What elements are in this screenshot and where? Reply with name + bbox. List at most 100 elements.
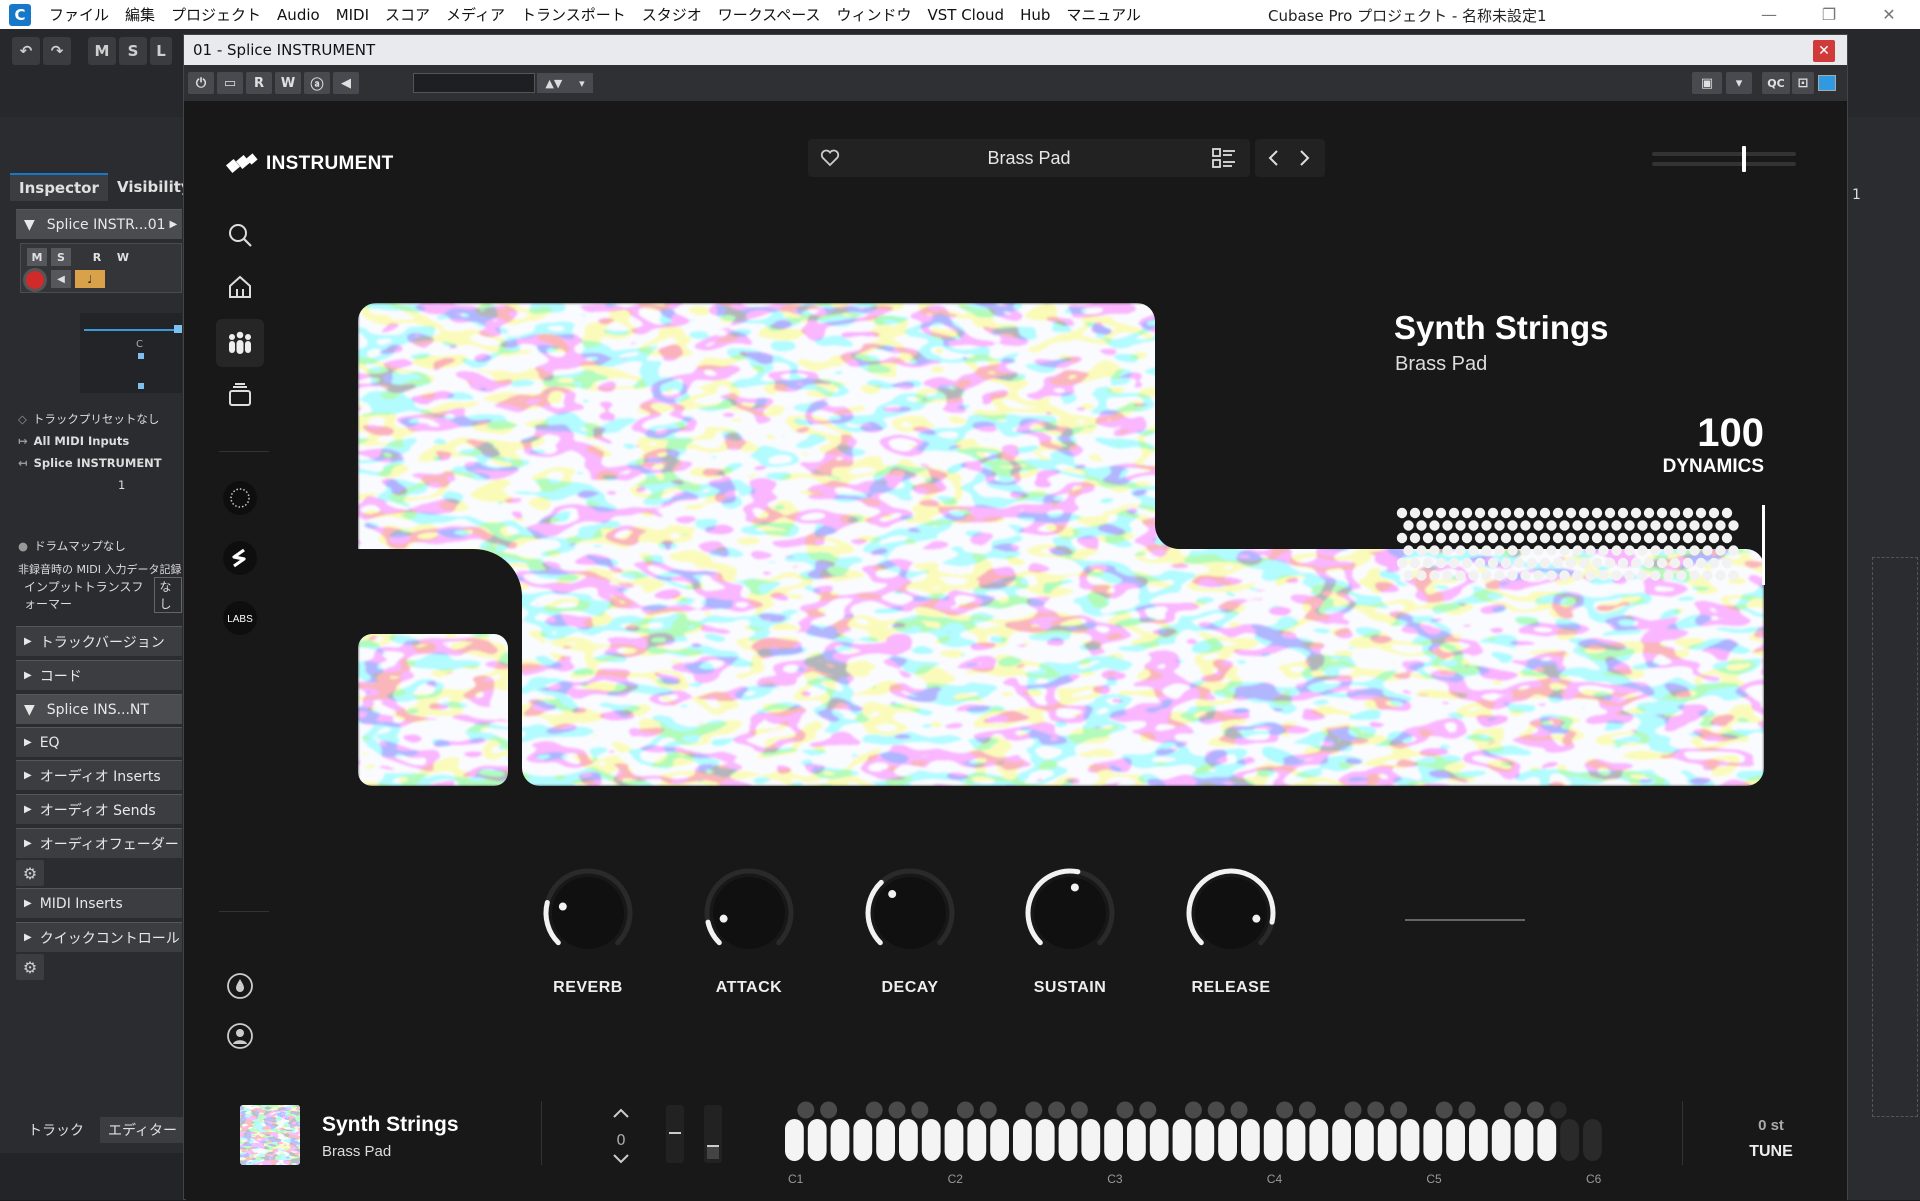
track-preset-row[interactable]: ◇ トラックプリセットなし bbox=[18, 409, 182, 429]
write-automation-button[interactable]: W bbox=[275, 72, 301, 94]
black-key[interactable] bbox=[1458, 1101, 1476, 1119]
white-key[interactable] bbox=[876, 1119, 895, 1161]
black-key[interactable] bbox=[1207, 1101, 1225, 1119]
white-key[interactable] bbox=[1583, 1119, 1602, 1161]
instruments-icon[interactable] bbox=[216, 319, 264, 367]
white-key[interactable] bbox=[944, 1119, 964, 1161]
input-transformer-row[interactable]: インプットトランスフォーマー なし bbox=[18, 577, 182, 613]
section-track-versions[interactable]: ▶ トラックバージョン bbox=[16, 626, 182, 656]
black-key[interactable] bbox=[911, 1101, 929, 1119]
gear-icon[interactable]: ⚙ bbox=[16, 860, 44, 886]
white-key[interactable] bbox=[1514, 1119, 1534, 1161]
bypass-icon[interactable]: ▭ bbox=[217, 72, 243, 94]
black-key[interactable] bbox=[1116, 1101, 1134, 1119]
section-chords[interactable]: ▶ コード bbox=[16, 660, 182, 690]
white-key[interactable] bbox=[1218, 1119, 1237, 1161]
white-key[interactable] bbox=[1469, 1119, 1488, 1161]
white-key[interactable] bbox=[1537, 1119, 1557, 1161]
white-key[interactable] bbox=[1377, 1119, 1397, 1161]
white-key[interactable] bbox=[1035, 1119, 1055, 1161]
home-icon[interactable] bbox=[221, 268, 259, 306]
black-key[interactable] bbox=[1298, 1101, 1316, 1119]
gear-icon[interactable]: ⚙ bbox=[16, 954, 44, 980]
chevron-left-icon[interactable] bbox=[1267, 150, 1281, 166]
white-key[interactable] bbox=[990, 1119, 1009, 1161]
power-icon[interactable]: ⏻ bbox=[188, 72, 214, 94]
white-key[interactable] bbox=[1172, 1119, 1192, 1161]
midi-record-row[interactable]: 非録音時の MIDI 入力データ記録 bbox=[18, 559, 182, 579]
track-mute-button[interactable]: M bbox=[27, 248, 47, 266]
white-key[interactable] bbox=[967, 1119, 987, 1161]
chevron-right-icon[interactable] bbox=[1297, 150, 1311, 166]
black-key[interactable] bbox=[820, 1101, 838, 1119]
volume-slider[interactable] bbox=[1652, 146, 1796, 172]
white-key[interactable] bbox=[1149, 1119, 1169, 1161]
droplet-icon[interactable] bbox=[221, 967, 259, 1005]
black-key[interactable] bbox=[1367, 1101, 1385, 1119]
black-key[interactable] bbox=[956, 1101, 974, 1119]
color-swatch[interactable] bbox=[1818, 75, 1836, 91]
undo-icon[interactable]: ↶ bbox=[12, 37, 40, 65]
white-key[interactable] bbox=[899, 1119, 918, 1161]
pitch-wheel[interactable] bbox=[666, 1105, 684, 1163]
library-icon[interactable] bbox=[221, 376, 259, 414]
preset-field[interactable] bbox=[413, 73, 535, 93]
listen-button[interactable]: L bbox=[150, 37, 172, 65]
mute-button[interactable]: M bbox=[88, 37, 116, 65]
preset-browser-bar[interactable]: Brass Pad bbox=[808, 139, 1250, 177]
black-key[interactable] bbox=[1344, 1101, 1362, 1119]
menu-window[interactable]: ウィンドウ bbox=[828, 4, 919, 25]
menu-edit[interactable]: 編集 bbox=[117, 4, 163, 25]
circle-dots-icon[interactable] bbox=[221, 479, 259, 517]
black-key[interactable] bbox=[1025, 1101, 1043, 1119]
knob-decay[interactable] bbox=[860, 863, 960, 963]
lock-icon[interactable]: ⊡ bbox=[1792, 72, 1814, 94]
volume-handle[interactable] bbox=[1742, 146, 1746, 172]
black-key[interactable] bbox=[1435, 1101, 1453, 1119]
read-automation-button[interactable]: R bbox=[246, 72, 272, 94]
section-eq[interactable]: ▶ EQ bbox=[16, 727, 182, 757]
channel-row[interactable]: 1 bbox=[18, 475, 182, 495]
white-key[interactable] bbox=[1400, 1119, 1420, 1161]
write-button[interactable]: W bbox=[113, 248, 133, 266]
white-key[interactable] bbox=[1560, 1119, 1579, 1161]
white-key[interactable] bbox=[1332, 1119, 1351, 1161]
dropdown-icon[interactable]: ▾ bbox=[1726, 72, 1752, 94]
tune-value[interactable]: 0 st bbox=[1736, 1117, 1806, 1134]
black-key[interactable] bbox=[1139, 1101, 1157, 1119]
menu-studio[interactable]: スタジオ bbox=[634, 4, 710, 25]
white-key[interactable] bbox=[1058, 1119, 1078, 1161]
menu-workspace[interactable]: ワークスペース bbox=[710, 4, 829, 25]
white-key[interactable] bbox=[921, 1119, 941, 1161]
knob-reverb[interactable] bbox=[538, 863, 638, 963]
white-key[interactable] bbox=[853, 1119, 873, 1161]
black-key[interactable] bbox=[1276, 1101, 1294, 1119]
white-key[interactable] bbox=[1423, 1119, 1443, 1161]
white-key[interactable] bbox=[807, 1119, 827, 1161]
window-close-icon[interactable]: ✕ bbox=[1866, 0, 1912, 29]
menu-midi[interactable]: MIDI bbox=[328, 6, 377, 24]
section-quick-controls[interactable]: ▶ クイックコントロール bbox=[16, 922, 182, 952]
white-key[interactable] bbox=[1309, 1119, 1329, 1161]
black-key[interactable] bbox=[1504, 1101, 1522, 1119]
solo-button[interactable]: S bbox=[119, 37, 147, 65]
midi-input-row[interactable]: ↦ All MIDI Inputs bbox=[18, 431, 182, 451]
account-icon[interactable] bbox=[221, 1017, 259, 1055]
white-key[interactable] bbox=[1127, 1119, 1146, 1161]
white-key[interactable] bbox=[1104, 1119, 1123, 1161]
labs-icon[interactable]: LABS bbox=[221, 599, 259, 637]
piano-keyboard[interactable]: C1 C2 C3 C4 C5 C6 bbox=[782, 1101, 1662, 1201]
drum-map-row[interactable]: ● ドラムマップなし bbox=[18, 536, 182, 556]
black-key[interactable] bbox=[1549, 1101, 1567, 1119]
white-key[interactable] bbox=[1491, 1119, 1511, 1161]
white-key[interactable] bbox=[1013, 1119, 1032, 1161]
mod-wheel[interactable] bbox=[704, 1105, 722, 1163]
preset-a-icon[interactable]: ⓐ bbox=[304, 72, 330, 94]
black-key[interactable] bbox=[1526, 1101, 1544, 1119]
black-key[interactable] bbox=[1184, 1101, 1202, 1119]
black-key[interactable] bbox=[888, 1101, 906, 1119]
octave-down-icon[interactable] bbox=[612, 1153, 630, 1165]
knob-sustain[interactable] bbox=[1020, 863, 1120, 963]
track-solo-button[interactable]: S bbox=[51, 248, 71, 266]
search-icon[interactable] bbox=[221, 216, 259, 254]
